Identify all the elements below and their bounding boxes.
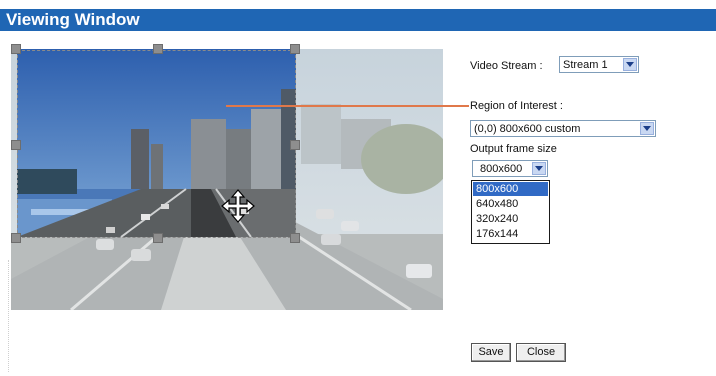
video-stream-value: Stream 1 bbox=[563, 59, 608, 71]
resize-handle-right[interactable] bbox=[290, 140, 300, 150]
video-stream-select[interactable]: Stream 1 bbox=[559, 56, 639, 73]
output-frame-option[interactable]: 800x600 bbox=[473, 182, 548, 196]
chevron-down-icon[interactable] bbox=[623, 58, 637, 71]
resize-handle-bottom-left[interactable] bbox=[11, 233, 21, 243]
output-frame-option[interactable]: 320x240 bbox=[473, 212, 548, 226]
window-title: Viewing Window bbox=[6, 10, 140, 29]
output-frame-option[interactable]: 176x144 bbox=[473, 227, 548, 241]
resize-handle-top-right[interactable] bbox=[290, 44, 300, 54]
resize-handle-left[interactable] bbox=[11, 140, 21, 150]
roi-select[interactable]: (0,0) 800x600 custom bbox=[470, 120, 656, 137]
output-frame-select[interactable]: 800x600 bbox=[472, 160, 548, 177]
chevron-down-icon[interactable] bbox=[532, 162, 546, 175]
panel-border bbox=[8, 260, 9, 372]
output-frame-label: Output frame size bbox=[470, 143, 557, 155]
resize-handle-bottom-right[interactable] bbox=[290, 233, 300, 243]
roi-leader-line bbox=[226, 105, 469, 107]
roi-label: Region of Interest : bbox=[470, 100, 563, 112]
output-frame-value: 800x600 bbox=[480, 163, 523, 175]
output-frame-listbox[interactable]: 800x600 640x480 320x240 176x144 bbox=[471, 180, 550, 244]
video-stream-label: Video Stream : bbox=[470, 60, 543, 72]
resize-handle-bottom[interactable] bbox=[153, 233, 163, 243]
roi-value: (0,0) 800x600 custom bbox=[474, 123, 581, 135]
window-header: Viewing Window bbox=[0, 9, 716, 31]
output-frame-option[interactable]: 640x480 bbox=[473, 197, 548, 211]
move-cursor-icon[interactable] bbox=[221, 189, 255, 223]
resize-handle-top-left[interactable] bbox=[11, 44, 21, 54]
close-button[interactable]: Close bbox=[516, 343, 566, 362]
save-button[interactable]: Save bbox=[471, 343, 511, 362]
chevron-down-icon[interactable] bbox=[640, 122, 654, 135]
resize-handle-top[interactable] bbox=[153, 44, 163, 54]
